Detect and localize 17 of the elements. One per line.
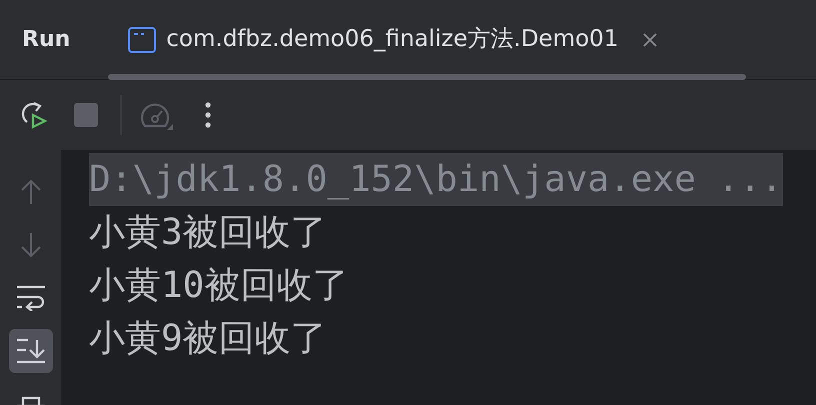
tab-scrollbar[interactable]: [108, 74, 746, 80]
scroll-end-button[interactable]: [8, 329, 52, 373]
scroll-to-end-icon: [16, 338, 46, 364]
stop-icon: [74, 103, 98, 127]
panel-title: Run: [22, 26, 70, 54]
output-line: 小黄10被回收了: [89, 264, 348, 308]
output-line: 小黄9被回收了: [89, 317, 327, 361]
window-icon: [128, 26, 156, 52]
down-arrow-icon: [20, 232, 40, 258]
tab-label: com.dfbz.demo06_finalize方法.Demo01: [166, 25, 618, 54]
more-icon: [205, 102, 211, 128]
rerun-icon: [19, 100, 49, 130]
up-arrow-icon: [20, 179, 40, 205]
output-line: 小黄3被回收了: [89, 211, 327, 255]
soft-wrap-icon: [16, 285, 46, 311]
close-icon[interactable]: [642, 32, 658, 48]
run-tab[interactable]: com.dfbz.demo06_finalize方法.Demo01: [122, 14, 664, 64]
